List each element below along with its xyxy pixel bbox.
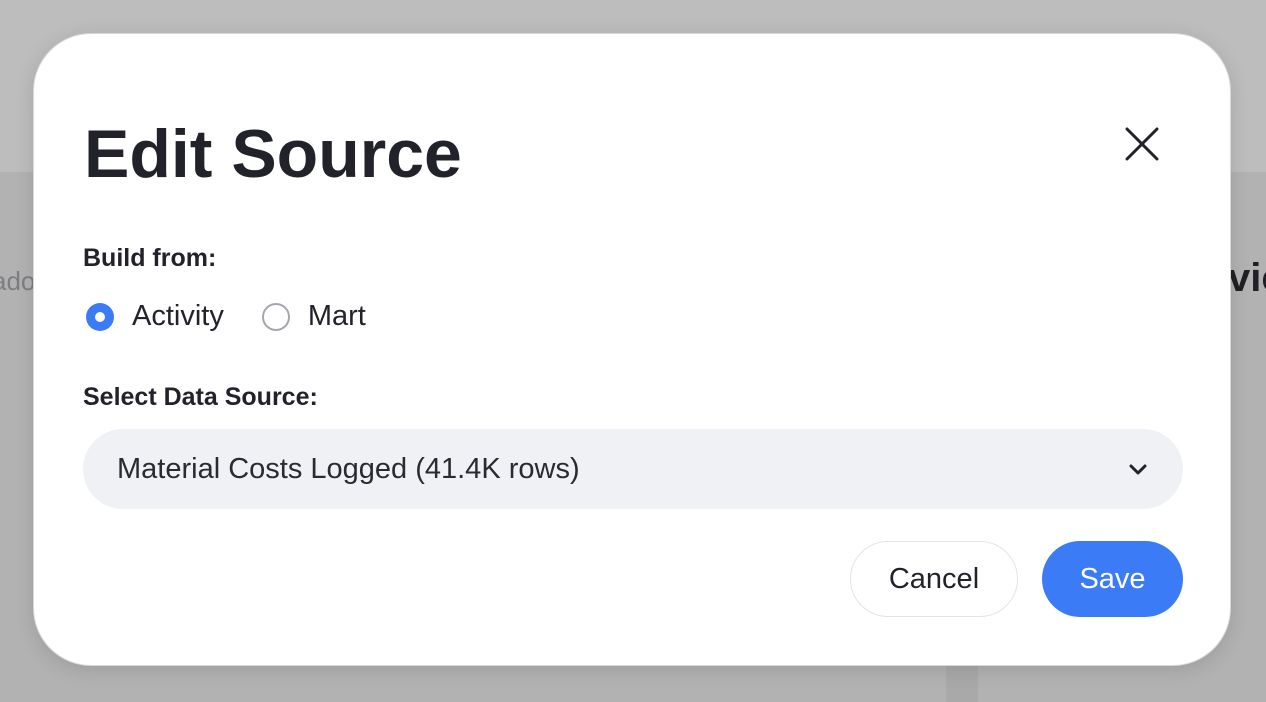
radio-activity[interactable]: Activity bbox=[86, 300, 224, 333]
data-source-value: Material Costs Logged (41.4K rows) bbox=[117, 452, 580, 485]
chevron-down-icon bbox=[1129, 464, 1147, 475]
close-icon bbox=[1125, 127, 1159, 161]
close-button[interactable] bbox=[1124, 126, 1160, 162]
radio-unselected-icon bbox=[261, 302, 290, 331]
radio-selected-icon bbox=[86, 302, 114, 331]
save-button[interactable]: Save bbox=[1042, 541, 1183, 617]
background-text-left: ado bbox=[0, 266, 36, 296]
radio-label: Activity bbox=[132, 300, 224, 332]
build-from-label: Build from: bbox=[83, 244, 217, 272]
build-from-radio-group: Activity Mart bbox=[86, 300, 404, 333]
radio-label: Mart bbox=[307, 300, 366, 332]
data-source-select[interactable]: Material Costs Logged (41.4K rows) bbox=[83, 429, 1183, 509]
background-text-right: vic bbox=[1228, 256, 1266, 300]
radio-mart[interactable]: Mart bbox=[261, 300, 366, 333]
cancel-button[interactable]: Cancel bbox=[850, 541, 1018, 617]
edit-source-modal: Edit Source Build from: Activity Mart Se… bbox=[33, 33, 1231, 666]
modal-title: Edit Source bbox=[84, 116, 462, 192]
data-source-label: Select Data Source: bbox=[83, 383, 318, 411]
